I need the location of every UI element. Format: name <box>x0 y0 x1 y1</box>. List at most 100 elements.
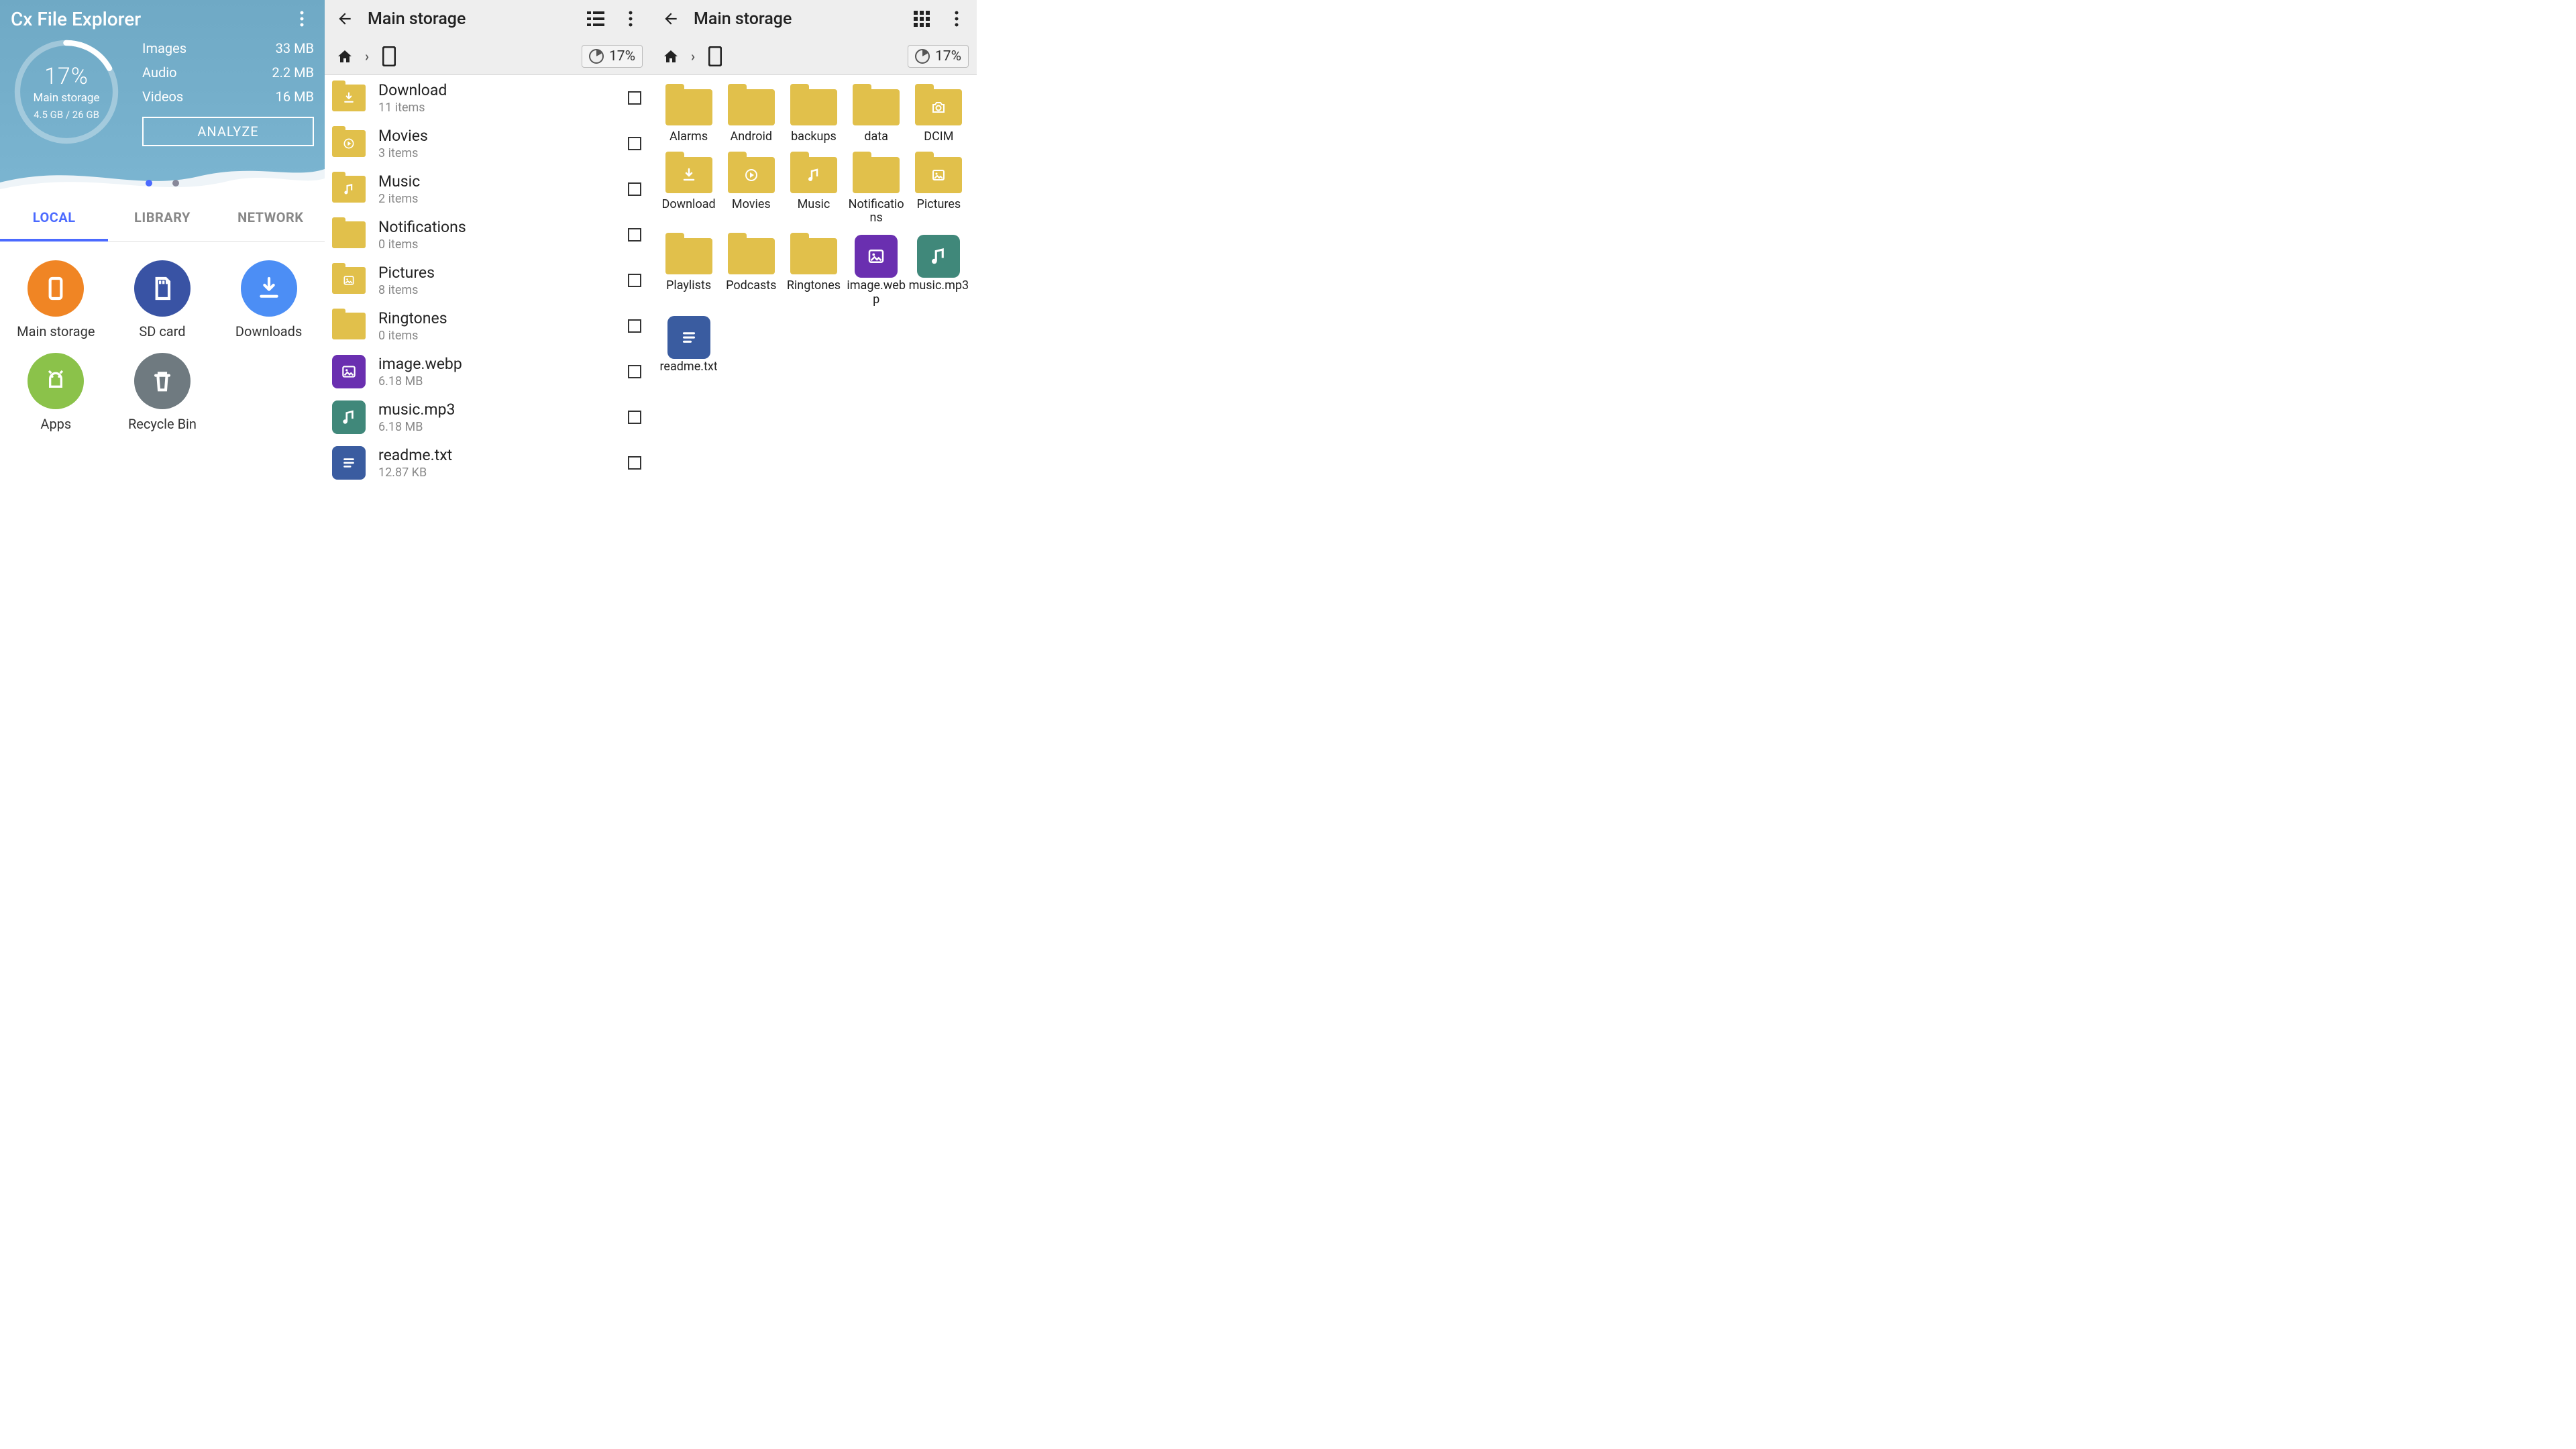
grid-item[interactable]: data <box>845 83 908 151</box>
home-icon[interactable] <box>333 44 357 68</box>
more-menu-button[interactable] <box>945 7 969 31</box>
item-name: Movies <box>732 198 771 212</box>
file-icon <box>332 355 366 388</box>
android-icon <box>28 353 84 409</box>
grid-item[interactable]: Playlists <box>657 232 720 313</box>
pie-icon <box>589 49 604 64</box>
home-tabs: LOCAL LIBRARY NETWORK <box>0 196 325 241</box>
folder-icon <box>853 157 900 193</box>
storage-donut[interactable]: 17% Main storage 4.5 GB / 26 GB <box>11 36 122 148</box>
list-item[interactable]: image.webp6.18 MB <box>325 349 651 394</box>
item-subtext: 12.87 KB <box>378 466 616 480</box>
item-subtext: 11 items <box>378 101 616 115</box>
folder-icon <box>332 176 366 203</box>
list-item[interactable]: readme.txt 12.87 KB <box>325 440 651 486</box>
device-icon <box>28 260 84 317</box>
item-name: music.mp3 <box>378 400 616 419</box>
select-checkbox[interactable] <box>628 365 641 378</box>
grid-item[interactable]: music.mp3 <box>908 232 970 313</box>
shortcut-recycle-bin[interactable]: Recycle Bin <box>109 343 216 436</box>
storage-badge[interactable]: 17% <box>582 45 643 68</box>
shortcut-downloads[interactable]: Downloads <box>215 251 322 343</box>
grid-item[interactable]: Movies <box>720 151 782 232</box>
item-name: Movies <box>378 127 616 145</box>
file-list[interactable]: Download11 itemsMovies3 itemsMusic2 item… <box>325 75 651 547</box>
grid-item[interactable]: Music <box>782 151 845 232</box>
folder-icon <box>332 267 366 294</box>
select-checkbox[interactable] <box>628 228 641 241</box>
shortcut-main-storage[interactable]: Main storage <box>3 251 109 343</box>
folder-icon <box>790 89 837 125</box>
download-icon <box>241 260 297 317</box>
back-button[interactable] <box>659 7 683 31</box>
panel-grid-view: Main storage › 17% Alarms Android backupsd… <box>651 0 977 547</box>
chevron-right-icon: › <box>691 48 695 64</box>
grid-item[interactable]: Android <box>720 83 782 151</box>
shortcut-sd-card[interactable]: SD card <box>109 251 216 343</box>
folder-icon <box>915 89 962 125</box>
more-menu-button[interactable] <box>290 7 314 31</box>
grid-item[interactable]: backups <box>782 83 845 151</box>
item-name: Download <box>662 198 716 212</box>
list-item[interactable]: music.mp36.18 MB <box>325 394 651 440</box>
list-item[interactable]: Movies3 items <box>325 121 651 166</box>
stat-value: 2.2 MB <box>272 64 314 80</box>
list-item[interactable]: Download11 items <box>325 75 651 121</box>
folder-icon <box>332 130 366 157</box>
select-checkbox[interactable] <box>628 411 641 424</box>
tab-library[interactable]: LIBRARY <box>108 196 216 241</box>
item-name: readme.txt <box>378 446 616 464</box>
item-name: image.webp <box>378 355 616 373</box>
select-checkbox[interactable] <box>628 319 641 333</box>
grid-item[interactable]: DCIM <box>908 83 970 151</box>
item-name: Pictures <box>916 198 961 212</box>
home-icon[interactable] <box>659 44 683 68</box>
select-checkbox[interactable] <box>628 182 641 196</box>
item-name: Alarms <box>669 130 708 144</box>
page-dot-1[interactable] <box>146 180 152 186</box>
item-name: music.mp3 <box>909 279 969 293</box>
folder-icon <box>665 89 712 125</box>
device-icon[interactable] <box>703 44 727 68</box>
appbar-title: Main storage <box>694 9 792 29</box>
page-dots[interactable] <box>0 180 325 186</box>
tab-network[interactable]: NETWORK <box>217 196 325 241</box>
grid-item[interactable]: Alarms <box>657 83 720 151</box>
grid-item[interactable]: Download <box>657 151 720 232</box>
panel-list-view: Main storage › 17% Download11 itemsMovie… <box>325 0 651 547</box>
view-toggle-list-icon[interactable] <box>584 7 608 31</box>
list-item[interactable]: Music2 items <box>325 166 651 212</box>
folder-icon <box>332 85 366 111</box>
item-name: Notifications <box>378 218 616 236</box>
grid-item[interactable]: Pictures <box>908 151 970 232</box>
page-dot-2[interactable] <box>172 180 179 186</box>
analyze-button[interactable]: ANALYZE <box>142 117 314 146</box>
list-item[interactable]: Ringtones0 items <box>325 303 651 349</box>
item-subtext: 2 items <box>378 192 616 206</box>
back-button[interactable] <box>333 7 357 31</box>
sd-icon <box>134 260 191 317</box>
view-toggle-grid-icon[interactable] <box>910 7 934 31</box>
storage-badge[interactable]: 17% <box>908 45 969 68</box>
grid-item[interactable]: Notifications <box>845 151 908 232</box>
select-checkbox[interactable] <box>628 137 641 150</box>
folder-icon <box>728 157 775 193</box>
grid-item[interactable]: Podcasts <box>720 232 782 313</box>
stat-value: 33 MB <box>276 40 314 56</box>
list-item[interactable]: Pictures8 items <box>325 258 651 303</box>
more-menu-button[interactable] <box>619 7 643 31</box>
shortcut-apps[interactable]: Apps <box>3 343 109 436</box>
item-name: Android <box>731 130 773 144</box>
select-checkbox[interactable] <box>628 456 641 470</box>
grid-item[interactable]: Ringtones <box>782 232 845 313</box>
file-grid[interactable]: Alarms Android backupsdataDCIM Download Movi… <box>651 75 977 547</box>
grid-item[interactable]: readme.txt <box>657 313 720 381</box>
device-icon[interactable] <box>377 44 401 68</box>
select-checkbox[interactable] <box>628 91 641 105</box>
grid-item[interactable]: image.webp <box>845 232 908 313</box>
select-checkbox[interactable] <box>628 274 641 287</box>
item-name: Ringtones <box>378 309 616 327</box>
tab-local[interactable]: LOCAL <box>0 196 108 241</box>
list-item[interactable]: Notifications0 items <box>325 212 651 258</box>
appbar: Main storage <box>325 0 651 38</box>
